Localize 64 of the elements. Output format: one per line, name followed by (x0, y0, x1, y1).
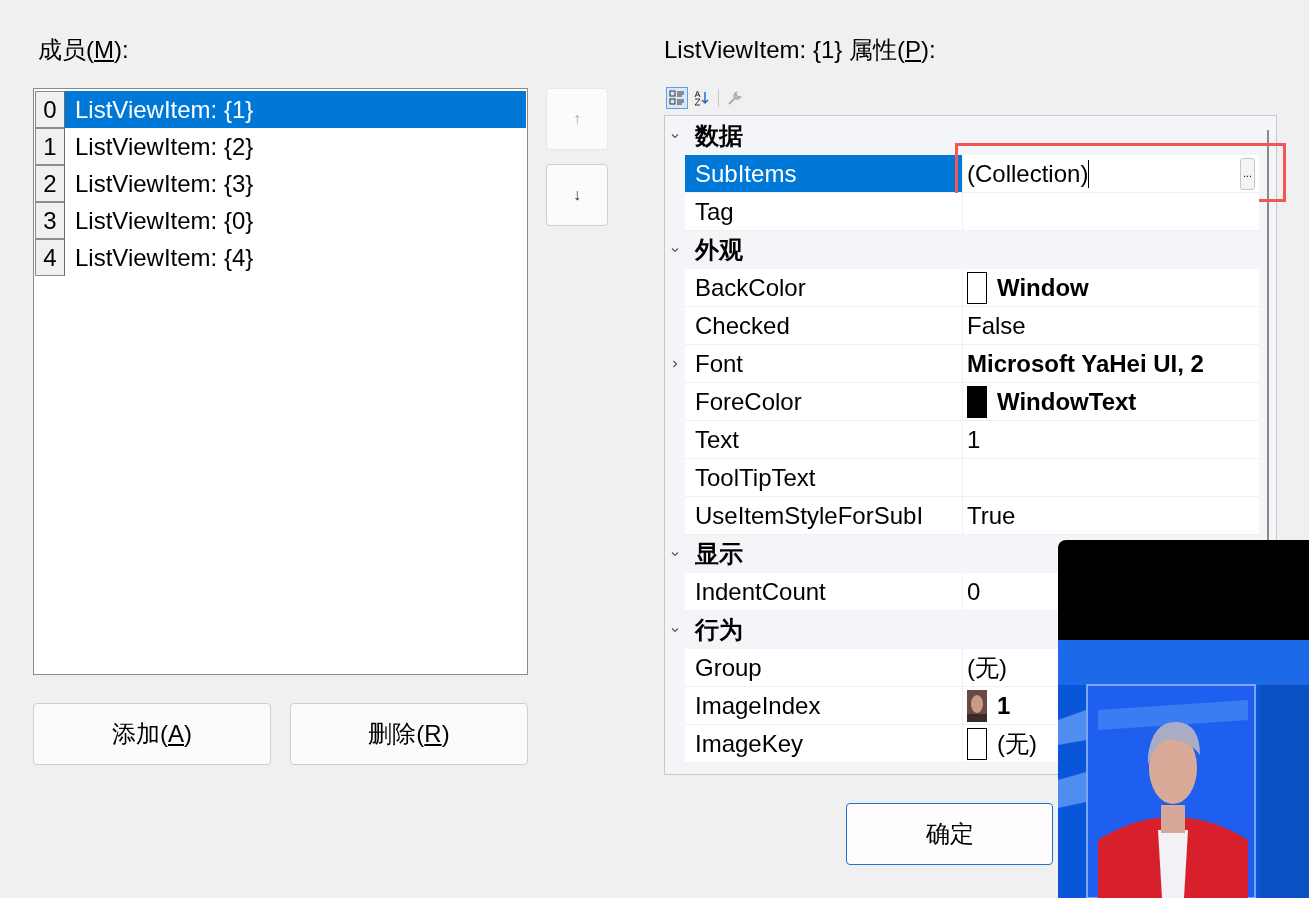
chevron-icon[interactable] (670, 245, 680, 255)
member-item[interactable]: ListViewItem: {3} (65, 165, 526, 202)
row-index: 0 (35, 91, 65, 128)
wrench-icon (727, 90, 743, 106)
row-index: 4 (35, 239, 65, 276)
property-value: (无) (997, 728, 1037, 759)
members-label: 成员(M): (37, 35, 130, 65)
property-name[interactable]: ForeColor (685, 383, 963, 421)
property-name[interactable]: Font (685, 345, 963, 383)
property-name[interactable]: SubItems (685, 155, 963, 193)
property-name[interactable]: Tag (685, 193, 963, 231)
property-value: False (967, 311, 1026, 340)
property-name[interactable]: IndentCount (685, 573, 963, 611)
property-name[interactable]: Group (685, 649, 963, 687)
add-button[interactable]: 添加(A) (33, 703, 271, 765)
value-cell[interactable]: Window (963, 269, 1259, 307)
row-index: 1 (35, 128, 65, 165)
category-header: 数据 (693, 121, 744, 151)
member-item[interactable]: ListViewItem: {0} (65, 202, 526, 239)
property-name[interactable]: ImageIndex (685, 687, 963, 725)
categorized-icon (669, 90, 685, 106)
value-cell[interactable]: True (963, 497, 1259, 535)
value-cell[interactable] (963, 193, 1259, 231)
members-list[interactable]: 0 ListViewItem: {1} 1 ListViewItem: {2} 2 ListViewItem: {3} 3 ListViewItem: {0} 4 ListViewItem: {4} (33, 88, 528, 675)
property-value: True (967, 501, 1016, 530)
row-index: 2 (35, 165, 65, 202)
sort-icon (694, 90, 710, 106)
remove-button[interactable]: 删除(R) (290, 703, 528, 765)
value-cell[interactable]: WindowText (963, 383, 1259, 421)
value-cell[interactable]: (Collection) ... (963, 155, 1259, 193)
toolbar-button[interactable] (666, 87, 688, 109)
member-item[interactable]: ListViewItem: {2} (65, 128, 526, 165)
property-name[interactable]: Text (685, 421, 963, 459)
chevron-icon[interactable] (670, 359, 680, 369)
property-value: (无) (967, 652, 1007, 683)
property-name[interactable]: BackColor (685, 269, 963, 307)
scrollbar[interactable] (1266, 130, 1269, 540)
category-header: 行为 (693, 615, 744, 645)
value-cell[interactable]: False (963, 307, 1259, 345)
chevron-icon[interactable] (670, 625, 680, 635)
property-value: 1 (997, 691, 1011, 720)
member-item[interactable]: ListViewItem: {4} (65, 239, 526, 276)
property-value: WindowText (997, 387, 1137, 416)
move-down-button[interactable]: ↓ (546, 164, 608, 226)
property-name[interactable]: UseItemStyleForSubI (685, 497, 963, 535)
property-name[interactable]: ImageKey (685, 725, 963, 763)
category-header: 外观 (693, 235, 744, 265)
chevron-icon[interactable] (670, 131, 680, 141)
property-value: Microsoft YaHei UI, 2 (967, 349, 1204, 378)
member-item[interactable]: ListViewItem: {1} (65, 91, 526, 128)
property-value: (Collection) (967, 159, 1089, 188)
property-name[interactable]: Checked (685, 307, 963, 345)
ok-button[interactable]: 确定 (846, 803, 1053, 865)
ellipsis-button[interactable]: ... (1240, 157, 1255, 190)
property-value: 0 (967, 577, 981, 606)
property-name[interactable]: ToolTipText (685, 459, 963, 497)
row-index: 3 (35, 202, 65, 239)
property-value: 1 (967, 425, 981, 454)
chevron-icon[interactable] (670, 549, 680, 559)
value-cell[interactable]: Microsoft YaHei UI, 2 (963, 345, 1259, 383)
properties-label: ListViewItem: {1} 属性(P): (664, 35, 937, 65)
value-cell[interactable]: 1 (963, 421, 1259, 459)
category-header: 显示 (694, 539, 744, 569)
property-value: Window (997, 273, 1089, 302)
